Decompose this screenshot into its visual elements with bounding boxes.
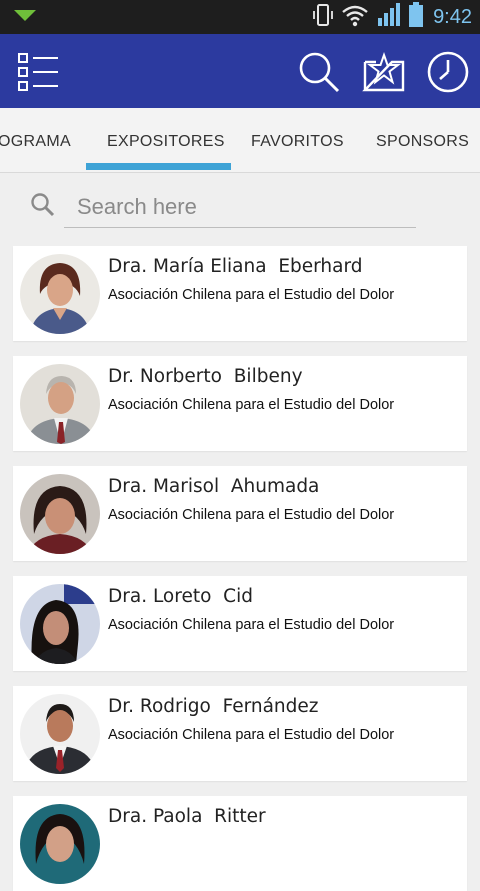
avatar [20,804,100,884]
tab-selected-indicator [86,163,231,170]
speaker-name: Dra. Marisol Ahumada [108,476,320,497]
vibrate-icon [312,3,334,31]
speaker-card[interactable]: Dr. Rodrigo Fernández Asociación Chilena… [13,686,467,781]
speaker-name: Dr. Rodrigo Fernández [108,696,319,717]
signal-icon [376,2,402,32]
search-row [0,172,480,236]
tab-programa[interactable]: OGRAMA [0,108,71,172]
search-field-icon [30,192,56,222]
avatar [20,584,100,664]
speaker-name: Dra. Loreto Cid [108,586,253,607]
notification-icon [14,10,36,21]
speaker-card[interactable]: Dra. Marisol Ahumada Asociación Chilena … [13,466,467,561]
speaker-card[interactable]: Dra. Paola Ritter [13,796,467,891]
speaker-organization: Asociación Chilena para el Estudio del D… [108,727,395,743]
speaker-name: Dra. Paola Ritter [108,806,266,827]
speaker-name: Dr. Norberto Bilbeny [108,366,303,387]
avatar [20,254,100,334]
favorite-star-icon[interactable] [360,48,408,96]
battery-icon [409,2,424,32]
status-icons: 9:42 [305,2,472,32]
app-bar [0,34,480,108]
tab-sponsors[interactable]: SPONSORS [376,108,469,172]
speaker-organization: Asociación Chilena para el Estudio del D… [108,397,395,413]
speaker-organization: Asociación Chilena para el Estudio del D… [108,617,395,633]
clock-icon[interactable] [424,48,472,96]
avatar [20,474,100,554]
search-input[interactable] [64,186,416,228]
status-time: 9:42 [433,5,472,28]
speaker-organization: Asociación Chilena para el Estudio del D… [108,507,395,523]
speaker-name: Dra. María Eliana Eberhard [108,256,363,277]
wifi-icon [341,3,369,31]
avatar [20,364,100,444]
speaker-card[interactable]: Dra. María Eliana Eberhard Asociación Ch… [13,246,467,341]
speaker-organization: Asociación Chilena para el Estudio del D… [108,287,395,303]
status-bar: 9:42 [0,0,480,34]
avatar [20,694,100,774]
tab-bar: OGRAMA EXPOSITORES FAVORITOS SPONSORS [0,108,480,173]
menu-list-icon[interactable] [14,48,62,96]
search-icon[interactable] [294,48,342,96]
speaker-card[interactable]: Dr. Norberto Bilbeny Asociación Chilena … [13,356,467,451]
tab-favoritos[interactable]: FAVORITOS [251,108,344,172]
speaker-card[interactable]: Dra. Loreto Cid Asociación Chilena para … [13,576,467,671]
